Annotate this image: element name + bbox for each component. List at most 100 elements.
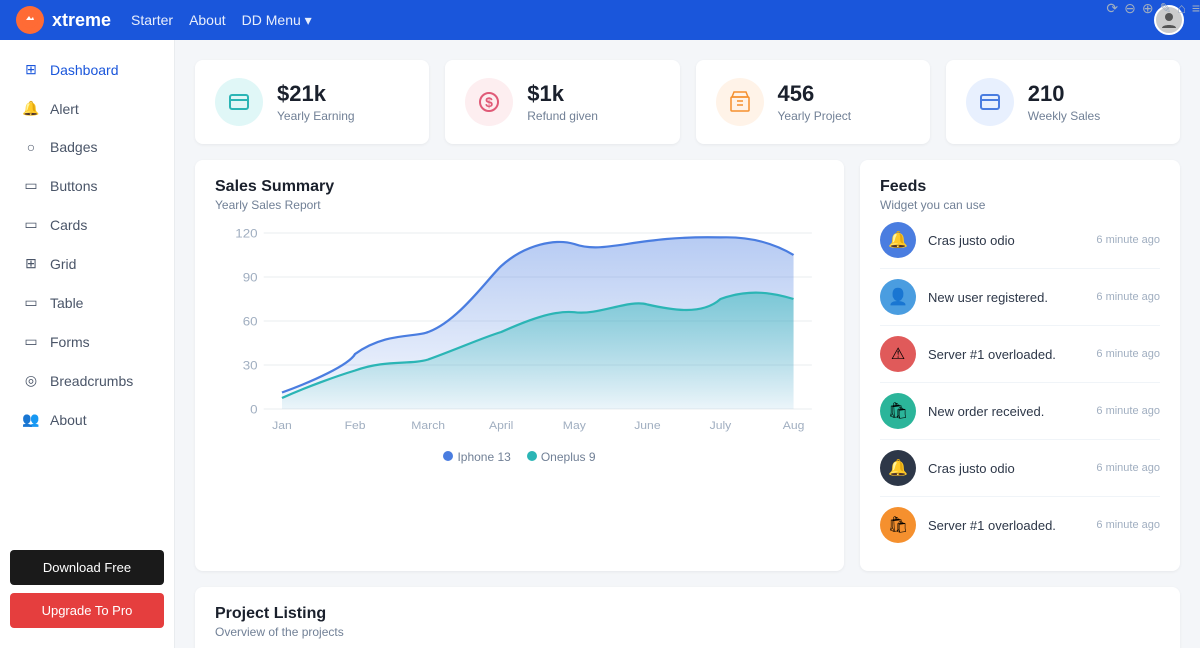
sidebar-bottom: Download Free Upgrade To Pro [0, 540, 174, 638]
legend-dot-oneplus [527, 451, 537, 461]
feed-text-1: New user registered. [928, 290, 1084, 305]
forms-icon: ▭ [22, 333, 40, 350]
stat-card-refund: $ $1k Refund given [445, 60, 679, 144]
topnav-links: Starter About DD Menu ▾ [131, 12, 312, 29]
earning-value: $21k [277, 81, 355, 107]
feed-avatar-3: 🛍 [880, 393, 916, 429]
brand-logo[interactable]: xtreme [16, 6, 111, 34]
badges-icon: ○ [22, 139, 40, 155]
feed-text-2: Server #1 overloaded. [928, 347, 1084, 362]
about-icon: 👥 [22, 411, 40, 428]
feed-text-4: Cras justo odio [928, 461, 1084, 476]
grid-icon: ⊞ [22, 255, 40, 272]
feed-avatar-1: 👤 [880, 279, 916, 315]
top-navigation: xtreme Starter About DD Menu ▾ [0, 0, 1200, 40]
sales-value: 210 [1028, 81, 1100, 107]
feed-avatar-0: 🔔 [880, 222, 916, 258]
sidebar-item-badges[interactable]: ○ Badges [6, 129, 168, 165]
project-title: Project Listing [215, 605, 1160, 623]
stat-card-project: 456 Yearly Project [696, 60, 930, 144]
feed-item-4: 🔔 Cras justo odio 6 minute ago [880, 440, 1160, 497]
buttons-icon: ▭ [22, 177, 40, 194]
earning-label: Yearly Earning [277, 109, 355, 123]
feed-item-2: ⚠ Server #1 overloaded. 6 minute ago [880, 326, 1160, 383]
sidebar-label-dashboard: Dashboard [50, 62, 119, 78]
project-icon [716, 78, 764, 126]
svg-text:30: 30 [243, 358, 258, 372]
sidebar-label-forms: Forms [50, 334, 90, 350]
nav-link-ddmenu[interactable]: DD Menu ▾ [242, 12, 312, 29]
sidebar-item-alert[interactable]: 🔔 Alert [6, 90, 168, 127]
feeds-title: Feeds [880, 178, 1160, 196]
svg-text:Jan: Jan [272, 419, 292, 431]
sales-icon [966, 78, 1014, 126]
legend-label-iphone: Iphone 13 [457, 450, 510, 464]
brand-icon [16, 6, 44, 34]
svg-text:Aug: Aug [783, 419, 805, 431]
chart-subtitle: Yearly Sales Report [215, 198, 334, 212]
sidebar-label-buttons: Buttons [50, 178, 97, 194]
feed-item-1: 👤 New user registered. 6 minute ago [880, 269, 1160, 326]
sidebar: ⊞ Dashboard 🔔 Alert ○ Badges ▭ Buttons ▭… [0, 40, 175, 648]
sales-label: Weekly Sales [1028, 109, 1100, 123]
breadcrumbs-icon: ◎ [22, 372, 40, 389]
svg-text:$: $ [485, 94, 493, 110]
sidebar-item-dashboard[interactable]: ⊞ Dashboard [6, 51, 168, 88]
svg-text:May: May [563, 419, 586, 431]
sidebar-label-cards: Cards [50, 217, 87, 233]
feed-text-0: Cras justo odio [928, 233, 1084, 248]
sidebar-item-grid[interactable]: ⊞ Grid [6, 245, 168, 282]
main-content: $21k Yearly Earning $ $1k Refund given [175, 40, 1200, 648]
feed-item-3: 🛍 New order received. 6 minute ago [880, 383, 1160, 440]
feed-avatar-2: ⚠ [880, 336, 916, 372]
svg-text:120: 120 [235, 226, 257, 240]
svg-text:June: June [634, 419, 660, 431]
sidebar-item-about[interactable]: 👥 About [6, 401, 168, 438]
cards-icon: ▭ [22, 216, 40, 233]
sidebar-label-table: Table [50, 295, 83, 311]
topnav-left: xtreme Starter About DD Menu ▾ [16, 6, 312, 34]
svg-text:0: 0 [250, 402, 257, 416]
stat-card-earning: $21k Yearly Earning [195, 60, 429, 144]
earning-icon [215, 78, 263, 126]
dashboard-icon: ⊞ [22, 61, 40, 78]
upgrade-pro-button[interactable]: Upgrade To Pro [10, 593, 164, 628]
feed-avatar-5: 🛍 [880, 507, 916, 543]
feed-time-0: 6 minute ago [1096, 234, 1160, 246]
sidebar-label-about: About [50, 412, 87, 428]
chart-area: 120 90 60 30 0 Jan Feb March April May J… [215, 222, 824, 442]
feeds-subtitle: Widget you can use [880, 198, 1160, 212]
feed-item-0: 🔔 Cras justo odio 6 minute ago [880, 212, 1160, 269]
sidebar-item-buttons[interactable]: ▭ Buttons [6, 167, 168, 204]
project-value: 456 [778, 81, 852, 107]
layout: ⊞ Dashboard 🔔 Alert ○ Badges ▭ Buttons ▭… [0, 40, 1200, 648]
stat-card-sales: 210 Weekly Sales [946, 60, 1180, 144]
feed-time-5: 6 minute ago [1096, 519, 1160, 531]
svg-text:60: 60 [243, 314, 258, 328]
download-free-button[interactable]: Download Free [10, 550, 164, 585]
legend-dot-iphone [443, 451, 453, 461]
chart-legend: Iphone 13 Oneplus 9 [215, 450, 824, 464]
sidebar-item-breadcrumbs[interactable]: ◎ Breadcrumbs [6, 362, 168, 399]
feed-avatar-4: 🔔 [880, 450, 916, 486]
svg-text:March: March [411, 419, 445, 431]
refund-label: Refund given [527, 109, 598, 123]
svg-text:Feb: Feb [345, 419, 366, 431]
project-listing-card: Project Listing Overview of the projects… [195, 587, 1180, 648]
refund-value: $1k [527, 81, 598, 107]
feeds-card: Feeds Widget you can use 🔔 Cras justo od… [860, 160, 1180, 571]
svg-text:April: April [489, 419, 513, 431]
nav-link-starter[interactable]: Starter [131, 12, 173, 29]
feeds-list: 🔔 Cras justo odio 6 minute ago 👤 New use… [880, 212, 1160, 553]
nav-link-about[interactable]: About [189, 12, 226, 29]
refund-icon: $ [465, 78, 513, 126]
svg-text:90: 90 [243, 270, 258, 284]
chart-svg: 120 90 60 30 0 Jan Feb March April May J… [215, 222, 824, 442]
sidebar-item-table[interactable]: ▭ Table [6, 284, 168, 321]
feed-time-4: 6 minute ago [1096, 462, 1160, 474]
sidebar-item-forms[interactable]: ▭ Forms [6, 323, 168, 360]
feed-time-3: 6 minute ago [1096, 405, 1160, 417]
feed-time-1: 6 minute ago [1096, 291, 1160, 303]
sales-chart-card: Sales Summary Yearly Sales Report ⟳ ⊖ ⊕ … [195, 160, 844, 571]
sidebar-item-cards[interactable]: ▭ Cards [6, 206, 168, 243]
